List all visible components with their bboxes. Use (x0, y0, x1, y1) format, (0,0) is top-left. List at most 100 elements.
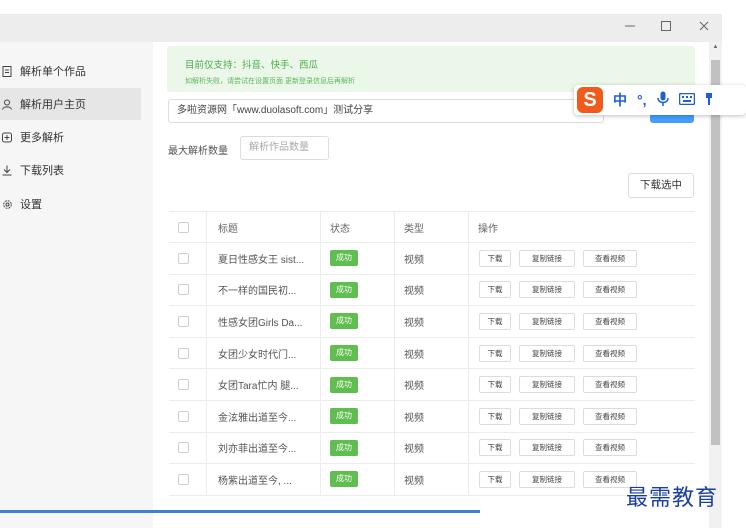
row-checkbox[interactable] (178, 379, 189, 391)
row-type: 视频 (404, 444, 424, 456)
view-video-button[interactable]: 查看视频 (583, 312, 637, 330)
notice-subtitle: 如解析失败，请尝试在设置页面 更新登录信息后再解析 (185, 78, 355, 85)
row-checkbox[interactable] (178, 284, 189, 296)
sidebar-item-label: 解析单个作品 (20, 66, 86, 78)
status-badge: 成功 (330, 408, 358, 425)
table-row: 性感女团Girls Da... 成功 视频 下载 复制链接 查看视频 (169, 306, 695, 338)
sidebar-item-label: 解析用户主页 (20, 99, 86, 111)
sidebar-item-label: 下载列表 (20, 165, 64, 177)
status-badge: 成功 (330, 250, 358, 267)
status-badge: 成功 (330, 281, 358, 298)
copy-link-button[interactable]: 复制链接 (519, 312, 575, 330)
sidebar-item-parse-user[interactable]: 解析用户主页 (0, 88, 141, 120)
row-title: 女团少女时代门... (218, 349, 297, 361)
sidebar-item-settings[interactable]: 设置 (0, 188, 141, 220)
keyboard-icon[interactable] (678, 92, 695, 108)
copy-link-button[interactable]: 复制链接 (519, 470, 575, 488)
view-video-button[interactable]: 查看视频 (583, 344, 637, 362)
sidebar-item-more-parse[interactable]: 更多解析 (0, 121, 141, 153)
download-button[interactable]: 下载 (479, 376, 511, 394)
download-button[interactable]: 下载 (479, 470, 511, 488)
row-title: 杨紫出道至今, ... (218, 475, 292, 487)
gear-icon (0, 199, 14, 210)
table-row: 金泫雅出道至今... 成功 视频 下载 复制链接 查看视频 (169, 400, 695, 433)
row-title: 刘亦菲出道至今... (218, 444, 297, 456)
row-checkbox[interactable] (178, 347, 189, 359)
download-icon (0, 165, 14, 176)
view-video-button[interactable]: 查看视频 (583, 249, 637, 267)
view-video-button[interactable]: 查看视频 (583, 407, 637, 425)
title-bar (0, 14, 722, 42)
table-row: 杨紫出道至今, ... 成功 视频 下载 复制链接 查看视频 (169, 464, 695, 496)
table-row: 夏日性感女王 sist... 成功 视频 下载 复制链接 查看视频 (169, 243, 695, 275)
max-count-label: 最大解析数量 (168, 146, 228, 157)
status-badge: 成功 (330, 345, 358, 362)
row-checkbox[interactable] (178, 473, 189, 485)
row-checkbox[interactable] (178, 410, 189, 422)
ime-toolbar: S 中 °, (574, 85, 746, 115)
download-button[interactable]: 下载 (479, 312, 511, 330)
download-button[interactable]: 下载 (479, 249, 511, 267)
sidebar: 解析单个作品 解析用户主页 更多解析 下载列表 设置 (0, 42, 153, 528)
row-checkbox[interactable] (178, 252, 189, 264)
sidebar-item-label: 设置 (20, 199, 42, 211)
row-title: 女团Tara忙内 腿... (218, 381, 299, 393)
status-badge: 成功 (330, 439, 358, 456)
plus-icon (0, 132, 14, 143)
row-checkbox[interactable] (178, 442, 189, 454)
row-checkbox[interactable] (178, 315, 189, 327)
row-title: 性感女团Girls Da... (218, 317, 303, 329)
ime-logo[interactable]: S (577, 87, 603, 113)
status-badge: 成功 (330, 313, 358, 330)
row-title: 金泫雅出道至今... (218, 412, 297, 424)
header-status: 状态 (330, 223, 350, 235)
row-title: 夏日性感女王 sist... (218, 254, 305, 266)
maximize-icon[interactable] (654, 18, 678, 38)
view-video-button[interactable]: 查看视频 (583, 439, 637, 457)
status-badge: 成功 (330, 471, 358, 488)
row-type: 视频 (404, 286, 424, 298)
minimize-icon[interactable] (618, 18, 642, 38)
sidebar-item-download-list[interactable]: 下载列表 (0, 154, 141, 186)
copy-link-button[interactable]: 复制链接 (519, 249, 575, 267)
row-type: 视频 (404, 349, 424, 361)
user-icon (0, 99, 14, 110)
download-button[interactable]: 下载 (479, 281, 511, 299)
close-icon[interactable] (692, 18, 716, 38)
row-type: 视频 (404, 412, 424, 424)
watermark: 最需教育 (626, 486, 719, 511)
row-type: 视频 (404, 475, 424, 487)
row-title: 不一样的国民初... (218, 286, 297, 298)
copy-link-button[interactable]: 复制链接 (519, 344, 575, 362)
scrollbar-thumb[interactable] (711, 60, 720, 445)
copy-link-button[interactable]: 复制链接 (519, 281, 575, 299)
copy-link-button[interactable]: 复制链接 (519, 439, 575, 457)
sidebar-item-label: 更多解析 (20, 132, 64, 144)
download-button[interactable]: 下载 (479, 344, 511, 362)
row-type: 视频 (404, 317, 424, 329)
download-button[interactable]: 下载 (479, 407, 511, 425)
scroll-up-icon[interactable]: ▲ (709, 44, 722, 50)
progress-line (0, 510, 480, 513)
url-input[interactable]: 多啦资源网「www.duolasoft.com」测试分享 (168, 99, 604, 123)
skin-icon[interactable] (705, 92, 713, 109)
select-all-checkbox[interactable] (178, 221, 189, 233)
document-icon (0, 65, 14, 77)
ime-punct[interactable]: °, (637, 92, 647, 108)
results-table: 标题 状态 类型 操作 夏日性感女王 sist... 成功 视频 下载 复制链接… (169, 211, 695, 496)
table-row: 女团少女时代门... 成功 视频 下载 复制链接 查看视频 (169, 337, 695, 370)
row-type: 视频 (404, 254, 424, 266)
microphone-icon[interactable] (656, 91, 669, 110)
view-video-button[interactable]: 查看视频 (583, 281, 637, 299)
max-count-input[interactable]: 解析作品数量 (240, 136, 329, 160)
copy-link-button[interactable]: 复制链接 (519, 407, 575, 425)
copy-link-button[interactable]: 复制链接 (519, 376, 575, 394)
view-video-button[interactable]: 查看视频 (583, 376, 637, 394)
ime-mode[interactable]: 中 (613, 90, 627, 110)
status-badge: 成功 (330, 376, 358, 393)
download-button[interactable]: 下载 (479, 439, 511, 457)
sidebar-item-parse-single[interactable]: 解析单个作品 (0, 55, 141, 87)
row-type: 视频 (404, 381, 424, 393)
download-selected-button[interactable]: 下载选中 (628, 173, 694, 198)
table-row: 女团Tara忙内 腿... 成功 视频 下载 复制链接 查看视频 (169, 369, 695, 401)
